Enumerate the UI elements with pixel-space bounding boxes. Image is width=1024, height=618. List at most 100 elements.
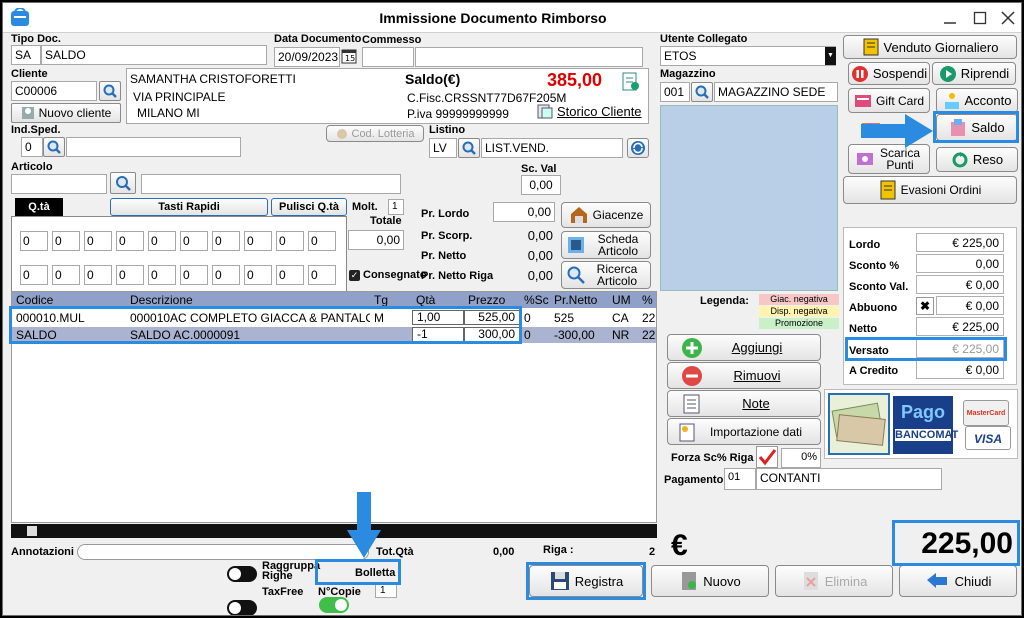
table-cell[interactable]: SALDO: [12, 327, 126, 343]
abbuono-clear-icon[interactable]: ✖: [916, 297, 934, 315]
qta-box[interactable]: 0: [52, 265, 80, 285]
gift-card-button[interactable]: Gift Card: [848, 88, 930, 113]
scheda-articolo-button[interactable]: Scheda Articolo: [561, 231, 651, 259]
grid-header-cell[interactable]: Prezzo: [464, 292, 520, 308]
table-cell[interactable]: M: [370, 310, 412, 326]
scrollbar-thumb[interactable]: [27, 526, 37, 536]
grid-header-cell[interactable]: Qtà: [412, 292, 464, 308]
qta-box[interactable]: 0: [148, 265, 176, 285]
articolo-description[interactable]: [141, 174, 401, 194]
forza-sc-checkbox[interactable]: [756, 446, 778, 468]
table-cell[interactable]: 0: [520, 327, 550, 343]
giacenze-button[interactable]: Giacenze: [561, 202, 651, 228]
close-icon[interactable]: [1001, 11, 1015, 28]
qta-tab[interactable]: Q.tà: [15, 198, 63, 216]
table-cell[interactable]: 1,00: [412, 310, 464, 325]
chevron-down-icon[interactable]: ▼: [825, 47, 836, 65]
cliente-search-button[interactable]: [99, 81, 121, 101]
card-payment-icon[interactable]: MasterCard VISA: [959, 396, 1015, 454]
table-cell[interactable]: -1: [412, 327, 464, 342]
tasti-rapidi-button[interactable]: Tasti Rapidi: [110, 198, 268, 216]
table-cell[interactable]: CA: [608, 310, 638, 326]
nuovo-button[interactable]: Nuovo: [651, 565, 769, 597]
qta-box[interactable]: 0: [20, 265, 48, 285]
grid-header-cell[interactable]: %Sc: [520, 292, 550, 308]
sconto-perc-field[interactable]: 0,00: [916, 254, 1004, 273]
ncopie-field[interactable]: 1: [375, 583, 397, 598]
listino-code[interactable]: LV: [429, 138, 457, 158]
cash-payment-icon[interactable]: [828, 393, 890, 455]
listino-refresh-button[interactable]: [627, 138, 649, 158]
raggruppa-righe-toggle[interactable]: [227, 566, 257, 582]
qta-box[interactable]: 0: [212, 265, 240, 285]
bolletta-toggle[interactable]: [319, 597, 349, 613]
grid-header-cell[interactable]: %: [638, 292, 656, 308]
grid-header-cell[interactable]: Codice: [12, 292, 126, 308]
qta-box[interactable]: 0: [244, 231, 272, 251]
maximize-icon[interactable]: [973, 11, 987, 28]
forza-sc-field[interactable]: 0%: [781, 448, 821, 468]
table-cell[interactable]: -300,00: [550, 327, 608, 343]
taxfree-toggle[interactable]: [227, 600, 257, 615]
cliente-code[interactable]: C00006: [11, 81, 97, 101]
nuovo-cliente-button[interactable]: Nuovo cliente: [11, 103, 121, 123]
magazzino-name[interactable]: MAGAZZINO SEDE: [714, 82, 838, 102]
cod-lotteria-button[interactable]: Cod. Lotteria: [326, 125, 424, 142]
qta-box[interactable]: 0: [276, 265, 304, 285]
table-cell[interactable]: 525,00: [464, 310, 520, 325]
articolo-search-button[interactable]: [110, 172, 136, 194]
storico-cliente-link[interactable]: Storico Cliente: [537, 103, 642, 119]
qta-box[interactable]: 0: [212, 231, 240, 251]
saldo-button[interactable]: Saldo: [936, 114, 1018, 141]
annotazioni-field[interactable]: [77, 544, 369, 560]
qta-box[interactable]: 0: [116, 231, 144, 251]
articolo-code[interactable]: [11, 174, 107, 194]
pr-lordo-field[interactable]: 0,00: [493, 202, 555, 222]
table-cell[interactable]: 22: [638, 327, 656, 343]
aggiungi-button[interactable]: Aggiungi: [667, 334, 821, 361]
pagamento-code[interactable]: 01: [724, 468, 756, 490]
versato-field[interactable]: € 225,00: [916, 339, 1004, 358]
tipo-doc-name[interactable]: SALDO: [41, 45, 267, 65]
table-cell[interactable]: 22: [638, 310, 656, 326]
grid-header-cell[interactable]: UM: [608, 292, 638, 308]
ricerca-articolo-button[interactable]: Ricerca Articolo: [561, 261, 651, 289]
sospendi-button[interactable]: Sospendi: [848, 62, 930, 85]
document-icon[interactable]: [621, 72, 639, 95]
chiudi-button[interactable]: Chiudi: [899, 565, 1017, 597]
qta-box[interactable]: 0: [116, 265, 144, 285]
sconto-val-field[interactable]: € 0,00: [916, 275, 1004, 294]
elimina-button[interactable]: Elimina: [775, 565, 893, 597]
listino-name[interactable]: LIST.VEND.: [481, 138, 623, 158]
venduto-giornaliero-button[interactable]: Venduto Giornaliero: [843, 35, 1017, 59]
molt-field[interactable]: 1: [388, 199, 404, 215]
qta-box[interactable]: 0: [180, 231, 208, 251]
listino-search-button[interactable]: [458, 138, 480, 158]
calendar-icon[interactable]: 15: [341, 48, 357, 67]
importazione-dati-button[interactable]: Importazione dati: [667, 418, 821, 445]
data-documento-field[interactable]: 20/09/2023: [274, 47, 340, 67]
qta-box[interactable]: 0: [84, 231, 112, 251]
qta-box[interactable]: 0: [276, 231, 304, 251]
bancomat-payment-icon[interactable]: Pago BANCOMAT: [893, 396, 958, 454]
magazzino-search-button[interactable]: [691, 82, 713, 102]
riprendi-button[interactable]: Riprendi: [932, 62, 1016, 85]
acconto-button[interactable]: Acconto: [936, 88, 1018, 113]
tipo-doc-code[interactable]: SA: [11, 45, 41, 65]
table-cell[interactable]: 000010AC COMPLETO GIACCA & PANTALON: [126, 310, 370, 326]
grid-horizontal-scrollbar[interactable]: [11, 524, 657, 538]
magazzino-code[interactable]: 001: [660, 82, 690, 102]
ind-sped-search-button[interactable]: [43, 137, 65, 157]
table-cell[interactable]: 300,00: [464, 327, 520, 342]
consegnato-checkbox[interactable]: ✓ Consegnato: [349, 269, 427, 281]
rimuovi-button[interactable]: Rimuovi: [667, 362, 821, 389]
note-button[interactable]: Note: [667, 390, 821, 417]
grid-header-cell[interactable]: Pr.Netto: [550, 292, 608, 308]
abbuono-field[interactable]: € 0,00: [936, 296, 1004, 315]
ind-sped-field[interactable]: [66, 137, 241, 157]
ind-sped-code[interactable]: 0: [21, 137, 43, 157]
qta-box[interactable]: 0: [180, 265, 208, 285]
table-cell[interactable]: SALDO AC.0000091: [126, 327, 370, 343]
pulisci-qta-button[interactable]: Pulisci Q.tà: [271, 198, 347, 216]
minimize-icon[interactable]: [943, 11, 957, 28]
